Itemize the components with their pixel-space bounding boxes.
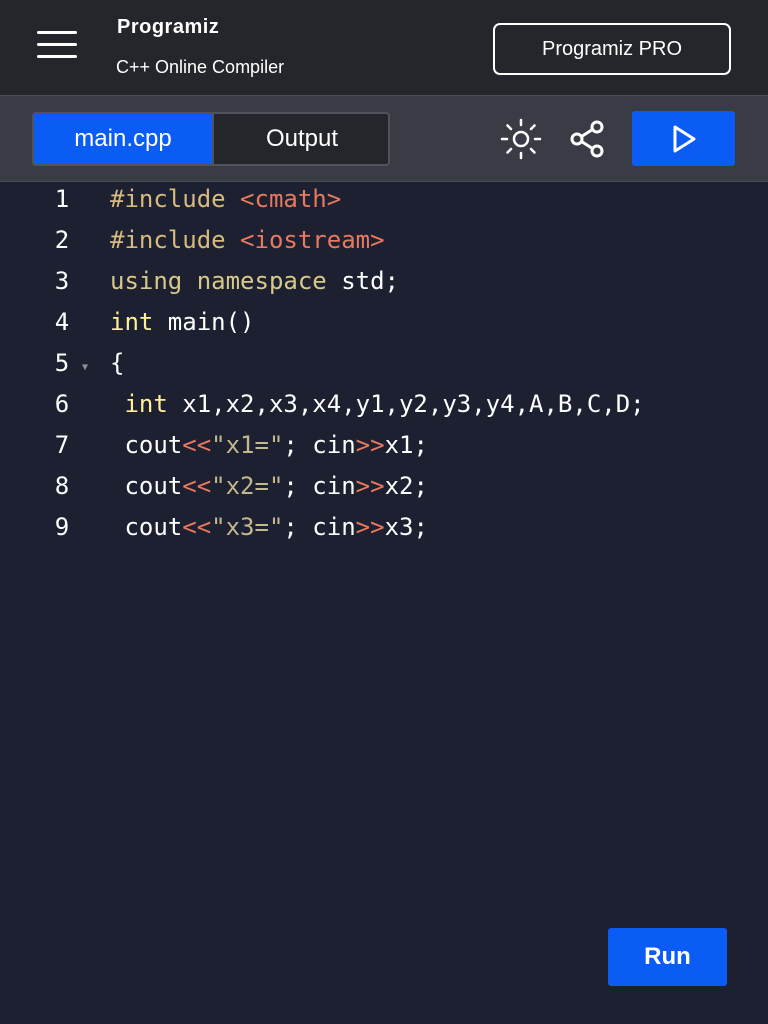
code-text: #include <iostream> <box>110 226 385 254</box>
code-text: using namespace std; <box>110 267 399 295</box>
code-text: int main() <box>110 308 255 336</box>
code-token: x2; <box>384 472 428 500</box>
theme-toggle-sun-icon[interactable] <box>500 118 542 160</box>
line-number: 5 <box>54 349 70 377</box>
programiz-logo[interactable]: Programiz <box>117 16 219 39</box>
code-token: >> <box>355 431 385 459</box>
line-number: 1 <box>54 185 70 213</box>
code-line[interactable]: 1 #include <cmath> <box>0 185 768 226</box>
code-token: << <box>182 431 212 459</box>
code-line[interactable]: 9 cout<<"x3="; cin>>x3; <box>0 513 768 554</box>
code-token: ; cin <box>283 431 356 459</box>
code-line[interactable]: 3 using namespace std; <box>0 267 768 308</box>
run-play-icon <box>673 125 695 152</box>
code-text: cout<<"x1="; cin>>x1; <box>110 431 428 459</box>
file-tabs: main.cpp Output <box>32 112 390 166</box>
app-header: Programiz C++ Online Compiler Programiz … <box>0 0 768 95</box>
code-token: "x2=" <box>211 472 284 500</box>
tab-main-cpp[interactable]: main.cpp <box>34 114 212 164</box>
line-number: 3 <box>54 267 70 295</box>
share-icon[interactable] <box>567 118 609 160</box>
code-editor[interactable]: 1 #include <cmath> 2 #include <iostream> 3 us… <box>0 182 768 1024</box>
code-token: <iostream> <box>240 226 385 254</box>
programiz-pro-button[interactable]: Programiz PRO <box>493 23 731 75</box>
code-token: #include <box>110 226 241 254</box>
line-number: 8 <box>54 472 70 500</box>
code-line[interactable]: 7 cout<<"x1="; cin>>x1; <box>0 431 768 472</box>
code-token: >> <box>355 472 385 500</box>
code-token: "x3=" <box>211 513 284 541</box>
code-token: << <box>182 472 212 500</box>
code-token: >> <box>355 513 385 541</box>
code-token: ; cin <box>283 472 356 500</box>
code-text: cout<<"x3="; cin>>x3; <box>110 513 428 541</box>
code-token: cout <box>110 431 183 459</box>
line-number: 9 <box>54 513 70 541</box>
code-token: cout <box>110 472 183 500</box>
code-line[interactable]: 8 cout<<"x2="; cin>>x2; <box>0 472 768 513</box>
code-text: { <box>110 349 124 377</box>
tab-output[interactable]: Output <box>212 114 388 164</box>
run-play-button[interactable] <box>632 111 735 166</box>
line-number: 4 <box>54 308 70 336</box>
code-text: #include <cmath> <box>110 185 341 213</box>
line-number: 2 <box>54 226 70 254</box>
code-token: "x1=" <box>211 431 284 459</box>
code-token: ; cin <box>283 513 356 541</box>
code-token: <cmath> <box>240 185 342 213</box>
code-token: using namespace <box>110 267 342 295</box>
code-token: << <box>182 513 212 541</box>
fold-arrow-icon[interactable]: ▼ <box>82 362 88 373</box>
code-line[interactable]: 4 int main() <box>0 308 768 349</box>
code-token: #include <box>110 185 241 213</box>
hamburger-menu-icon[interactable] <box>37 31 77 59</box>
code-text: cout<<"x2="; cin>>x2; <box>110 472 428 500</box>
code-token: std; <box>341 267 399 295</box>
code-token: cout <box>110 513 183 541</box>
code-token: x3; <box>384 513 428 541</box>
code-token: { <box>110 349 125 377</box>
page-subtitle: C++ Online Compiler <box>116 57 285 77</box>
code-token: int <box>110 390 168 418</box>
code-token: x1,x2,x3,x4,y1,y2,y3,y4,A,B,C,D; <box>167 390 645 418</box>
line-number: 6 <box>54 390 70 418</box>
code-line[interactable]: 5 ▼ { <box>0 349 768 390</box>
code-token: main() <box>153 308 255 336</box>
code-token: int <box>110 308 154 336</box>
code-line[interactable]: 6 int x1,x2,x3,x4,y1,y2,y3,y4,A,B,C,D; <box>0 390 768 431</box>
code-token: x1; <box>384 431 428 459</box>
line-number: 7 <box>54 431 70 459</box>
run-button[interactable]: Run <box>608 928 727 986</box>
code-text: int x1,x2,x3,x4,y1,y2,y3,y4,A,B,C,D; <box>110 390 645 418</box>
code-line[interactable]: 2 #include <iostream> <box>0 226 768 267</box>
